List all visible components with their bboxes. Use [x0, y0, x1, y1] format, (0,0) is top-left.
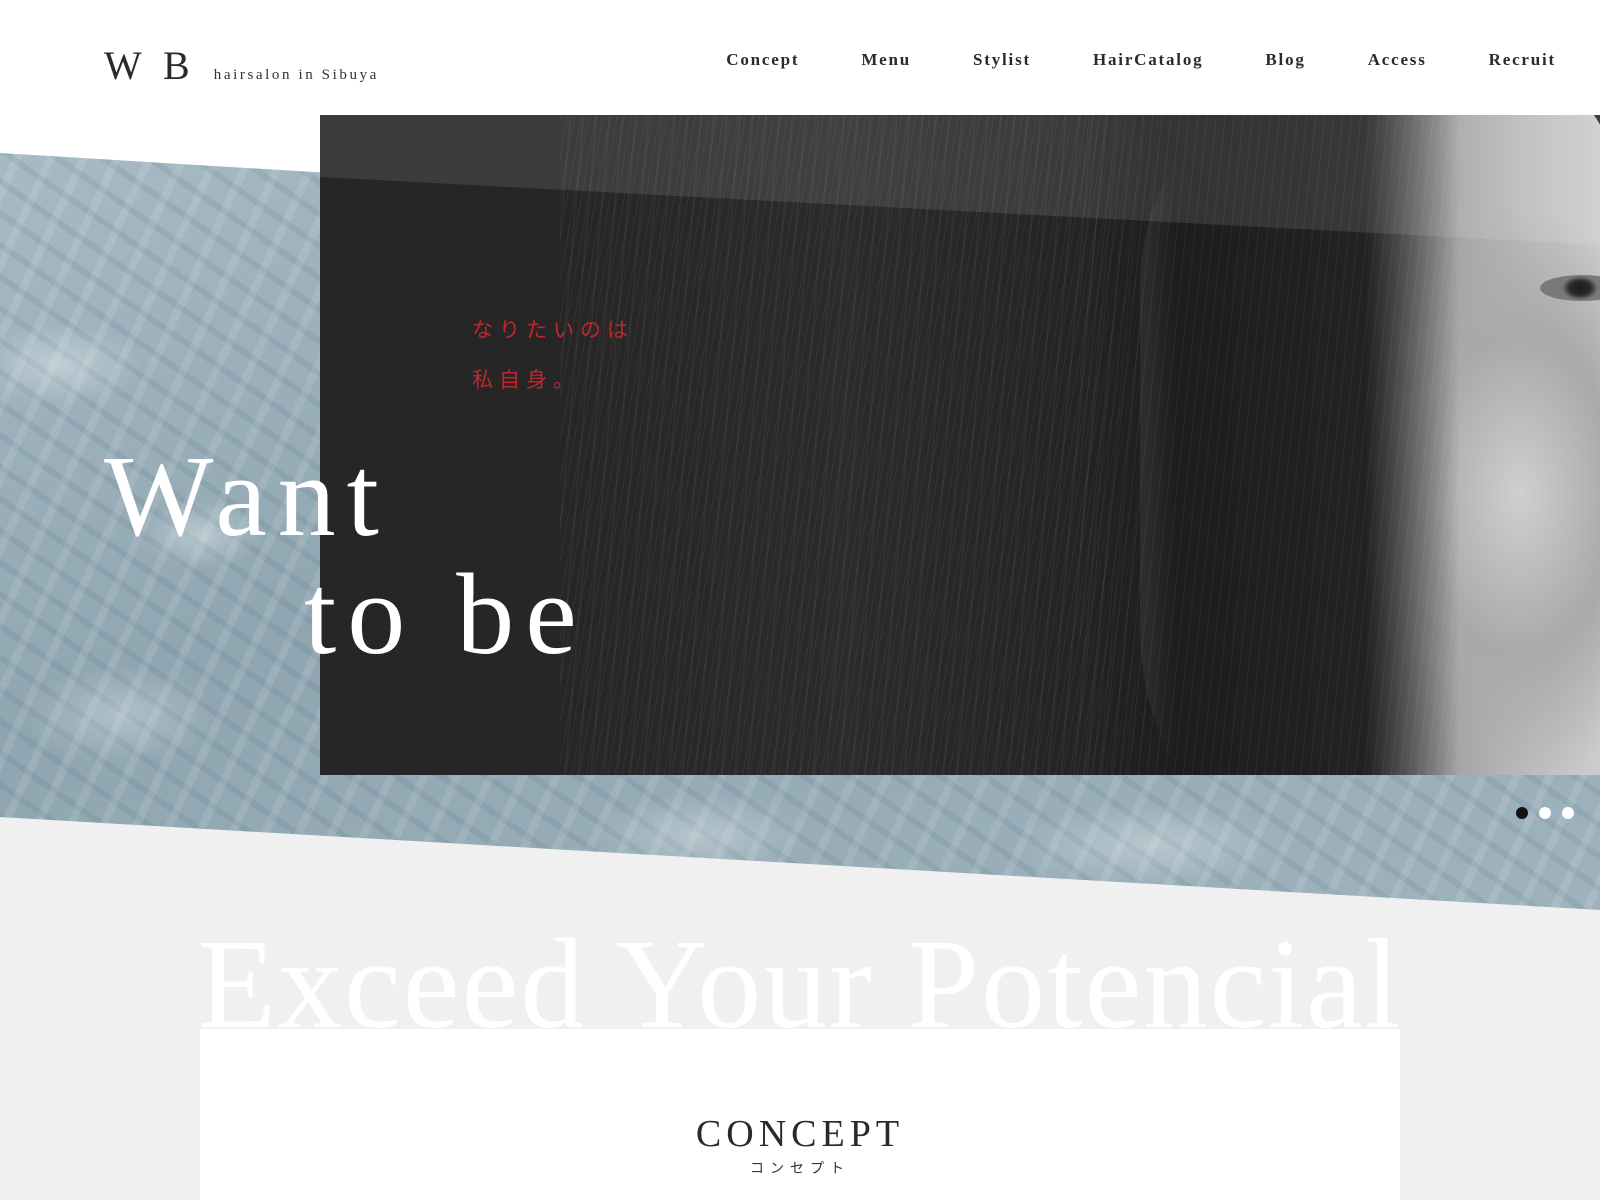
concept-background-tagline: Exceed Your Potencial [197, 913, 1403, 1055]
nav-item-access[interactable]: Access [1368, 50, 1427, 70]
nav-item-stylist[interactable]: Stylist [973, 50, 1031, 70]
page: W B hairsalon in Sibuya Concept Menu Sty… [0, 0, 1600, 1200]
nav-item-concept[interactable]: Concept [726, 50, 799, 70]
slider-dot-3[interactable] [1562, 807, 1574, 819]
slider-dot-1[interactable] [1516, 807, 1528, 819]
main-nav: Concept Menu Stylist HairCatalog Blog Ac… [664, 50, 1556, 70]
catch-line-2: 私自身。 [472, 368, 580, 392]
nav-item-recruit[interactable]: Recruit [1489, 50, 1556, 70]
concept-heading: CONCEPT [695, 1113, 905, 1155]
site-header: W B hairsalon in Sibuya Concept Menu Sty… [0, 0, 1600, 115]
headline-line-1: Want [104, 433, 390, 561]
logo-mark: W B [104, 43, 196, 88]
logo-tagline: hairsalon in Sibuya [213, 67, 379, 83]
headline-line-2: to be [304, 551, 588, 679]
catch-line-1: なりたいのは [472, 318, 634, 342]
hero-catch-japanese: なりたいのは 私自身。 [472, 305, 634, 405]
nav-item-blog[interactable]: Blog [1265, 50, 1305, 70]
slider-dot-2[interactable] [1539, 807, 1551, 819]
slider-pagination [1516, 807, 1574, 819]
nav-item-haircatalog[interactable]: HairCatalog [1093, 50, 1203, 70]
site-logo[interactable]: W B hairsalon in Sibuya [104, 42, 379, 89]
nav-item-menu[interactable]: Menu [861, 50, 911, 70]
concept-subheading: コンセプト [750, 1161, 850, 1177]
hero-headline: Want to be [104, 438, 588, 674]
